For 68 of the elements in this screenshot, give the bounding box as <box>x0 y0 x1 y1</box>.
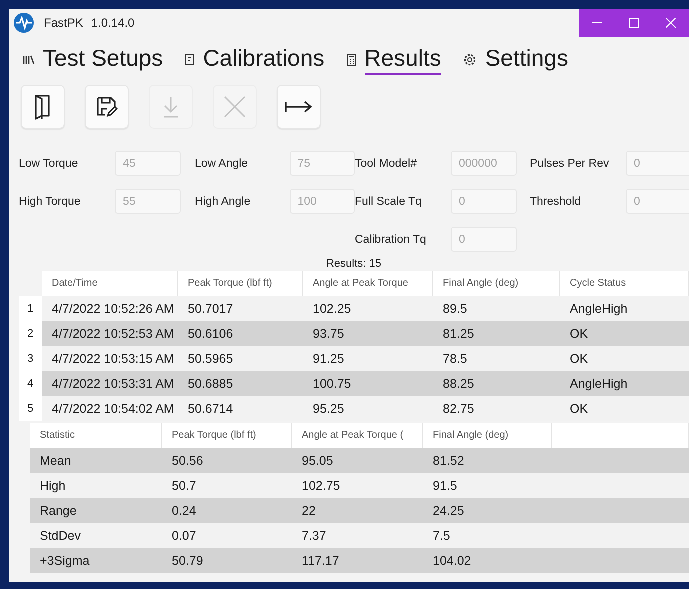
column-header[interactable]: Peak Torque (lbf ft) <box>178 271 303 296</box>
field-label: High Angle <box>195 196 252 208</box>
document-icon <box>185 54 196 66</box>
column-header[interactable]: Date/Time <box>42 271 178 296</box>
column-header[interactable]: Final Angle (deg) <box>433 271 560 296</box>
table-cell: 81.52 <box>423 448 552 473</box>
arrow-right-icon <box>285 100 313 114</box>
app-version: 1.0.14.0 <box>91 16 135 30</box>
table-cell: OK <box>560 321 689 346</box>
row-number: 3 <box>19 346 42 371</box>
column-header[interactable]: Final Angle (deg) <box>423 423 552 448</box>
close-icon <box>666 18 676 28</box>
field-label: Threshold <box>530 196 582 208</box>
table-cell: 81.25 <box>433 321 560 346</box>
folder-icon <box>33 94 53 120</box>
table-cell: 50.6106 <box>178 321 303 346</box>
table-cell: 50.56 <box>162 448 292 473</box>
table-cell: Mean <box>30 448 162 473</box>
field-label: Tool Model# <box>355 158 418 170</box>
table-cell: 4/7/2022 10:52:53 AM <box>42 321 178 346</box>
field-label: Low Torque <box>19 158 80 170</box>
maximize-icon <box>629 18 639 28</box>
field-label: Pulses Per Rev <box>530 158 610 170</box>
tab[interactable]: Settings <box>485 45 568 75</box>
column-header[interactable]: Statistic <box>30 423 162 448</box>
open-button[interactable] <box>21 85 65 129</box>
table-cell: 22 <box>292 498 423 523</box>
table-cell: 117.17 <box>292 548 423 573</box>
calculator-icon <box>346 54 357 66</box>
tab[interactable]: Calibrations <box>203 45 325 75</box>
tab[interactable]: Test Setups <box>43 45 164 75</box>
column-header[interactable]: Peak Torque (lbf ft) <box>162 423 292 448</box>
table-cell: 0.24 <box>162 498 292 523</box>
export-button[interactable] <box>277 85 321 129</box>
table-cell: 93.75 <box>303 321 433 346</box>
field-label: Low Angle <box>195 158 250 170</box>
field-label: Calibration Tq <box>355 234 428 246</box>
table-cell: 50.79 <box>162 548 292 573</box>
table-cell: 95.05 <box>292 448 423 473</box>
table-cell: 100.75 <box>303 371 433 396</box>
download-icon <box>161 95 181 119</box>
row-number: 1 <box>19 296 42 321</box>
table-cell: 50.6885 <box>178 371 303 396</box>
save-button[interactable] <box>85 85 129 129</box>
close-icon <box>223 95 247 119</box>
save-icon <box>95 95 119 119</box>
table-cell: Range <box>30 498 162 523</box>
row-number: 5 <box>19 396 42 421</box>
app-logo <box>14 13 34 33</box>
tab[interactable]: Results <box>364 45 442 75</box>
table-cell: 88.25 <box>433 371 560 396</box>
table-cell: 104.02 <box>423 548 552 573</box>
results-count: Results: 15 <box>326 258 382 270</box>
field-label: Full Scale Tq <box>355 196 423 208</box>
table-cell: AngleHigh <box>560 371 689 396</box>
settings-icon <box>463 53 478 67</box>
minimize-icon <box>592 22 602 24</box>
table-cell: +3Sigma <box>30 548 162 573</box>
table-cell: 24.25 <box>423 498 552 523</box>
column-header[interactable]: Angle at Peak Torque <box>303 271 433 296</box>
books-icon <box>23 55 35 65</box>
row-number: 2 <box>19 321 42 346</box>
column-header[interactable]: Cycle Status <box>560 271 689 296</box>
row-number: 4 <box>19 371 42 396</box>
table-cell: 4/7/2022 10:53:31 AM <box>42 371 178 396</box>
app-name: FastPK <box>44 16 84 30</box>
column-header[interactable]: Angle at Peak Torque ( <box>292 423 423 448</box>
field-label: High Torque <box>19 196 82 208</box>
